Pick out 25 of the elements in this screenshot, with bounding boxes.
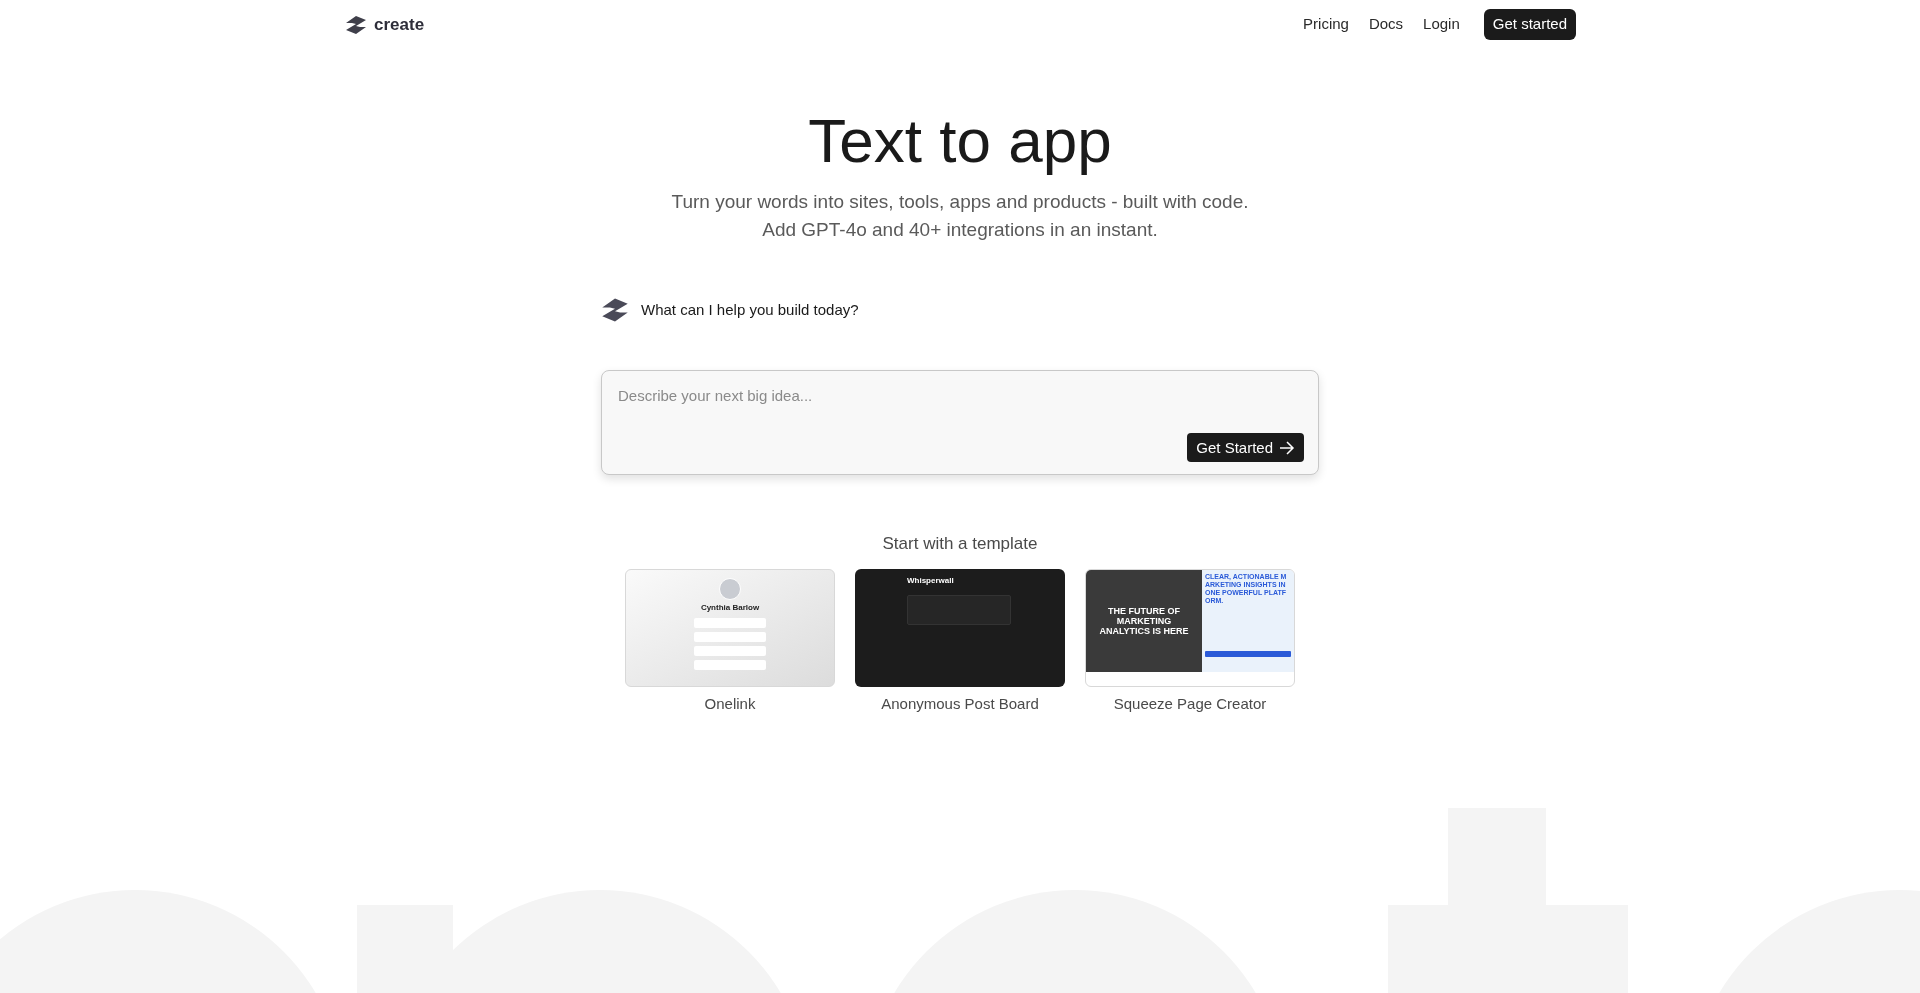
idea-input-field[interactable]: Describe your next big idea... Get Started xyxy=(601,370,1319,476)
template-label: Onelink xyxy=(704,693,756,714)
logo-link[interactable]: create xyxy=(344,11,425,38)
link-row xyxy=(694,631,766,642)
nav-link[interactable]: Pricing xyxy=(1303,13,1349,36)
hero-subtitle: Turn your words into sites, tools, apps and products - built with code. xyxy=(671,190,1249,215)
templates-heading: Start with a template xyxy=(882,533,1038,556)
hero-title: Text to app xyxy=(808,105,1112,177)
template-thumbnail[interactable]: Cynthia Barlow xyxy=(625,568,835,687)
nav-link[interactable]: Login xyxy=(1423,13,1460,36)
hero-headline: THE FUTURE OF MARKETING ANALYTICS IS HERE xyxy=(1098,605,1190,636)
template-label: Anonymous Post Board xyxy=(881,693,1039,714)
template-thumbnail[interactable]: Whisperwall xyxy=(855,568,1065,687)
template-label: Squeeze Page Creator xyxy=(1113,693,1267,714)
link-row xyxy=(694,645,766,656)
logo-icon xyxy=(344,13,368,36)
get-started-button[interactable]: Get Started xyxy=(1187,433,1304,463)
hero-subtitle: Add GPT-4o and 40+ integrations in an instant. xyxy=(762,218,1158,243)
assistant-question: What can I help you build today? xyxy=(641,300,859,321)
arrow-right-icon xyxy=(1279,440,1295,455)
link-row xyxy=(694,659,766,670)
profile-name: Cynthia Barlow xyxy=(700,601,760,614)
get-started-button[interactable]: Get started xyxy=(1483,9,1576,40)
nav-link[interactable]: Docs xyxy=(1368,13,1404,36)
app-title: Whisperwall xyxy=(907,574,954,587)
